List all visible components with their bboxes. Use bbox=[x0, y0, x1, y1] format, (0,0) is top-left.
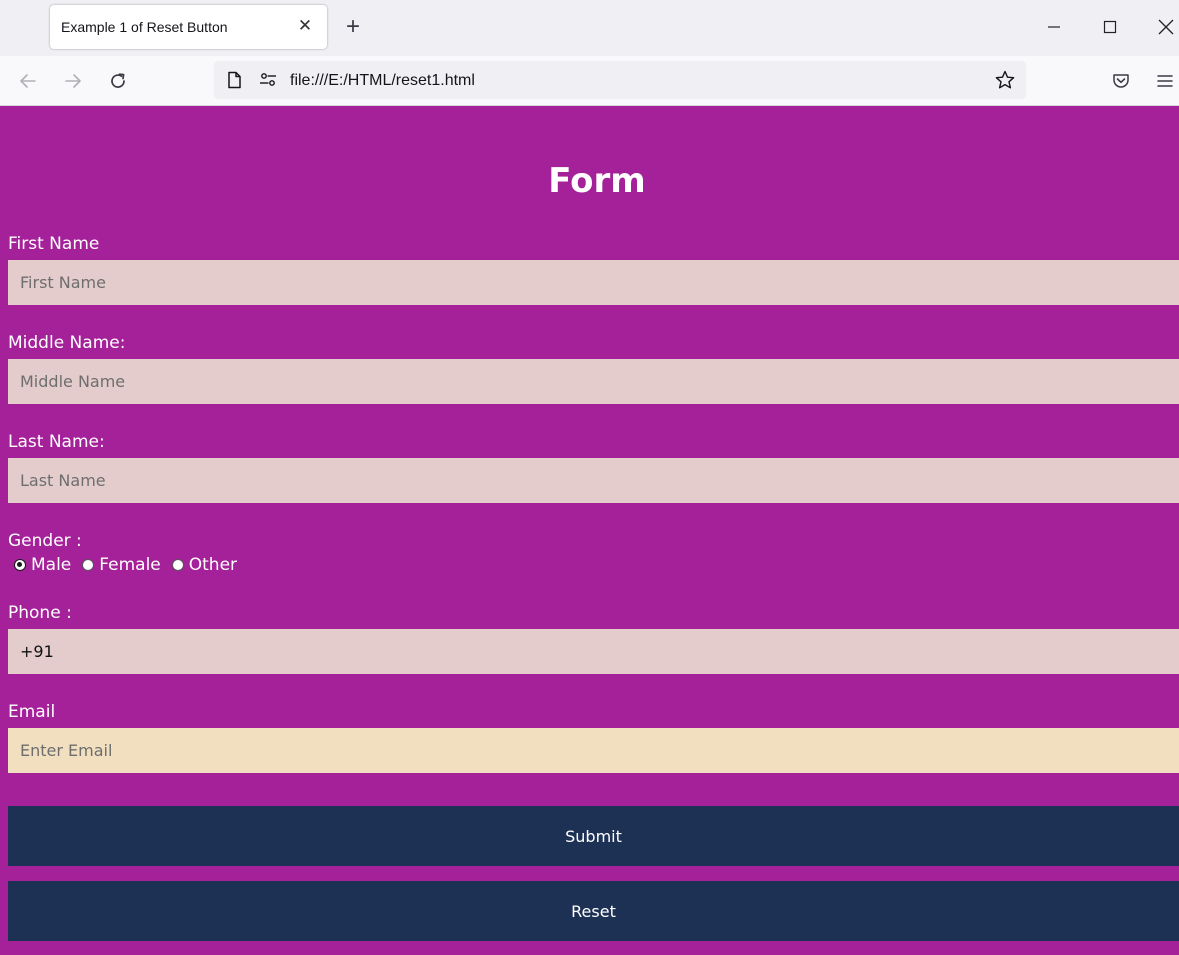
gender-option-label: Female bbox=[99, 555, 161, 575]
submit-button[interactable]: Submit bbox=[8, 806, 1179, 866]
gender-label: Gender : bbox=[8, 531, 82, 551]
minimize-icon[interactable] bbox=[1041, 14, 1067, 40]
last-name-input[interactable] bbox=[8, 458, 1179, 503]
permissions-icon[interactable] bbox=[258, 70, 278, 90]
email-label: Email bbox=[8, 702, 56, 722]
bookmark-star-icon[interactable] bbox=[994, 69, 1016, 91]
page-content: Form First Name Middle Name: Last Name: … bbox=[0, 106, 1179, 955]
reset-button[interactable]: Reset bbox=[8, 881, 1179, 941]
new-tab-icon[interactable]: + bbox=[341, 15, 365, 39]
first-name-input[interactable] bbox=[8, 260, 1179, 305]
navigation-bar: file:///E:/HTML/reset1.html bbox=[0, 56, 1179, 106]
menu-icon[interactable] bbox=[1153, 69, 1177, 93]
phone-input[interactable] bbox=[8, 629, 1179, 674]
close-window-icon[interactable] bbox=[1153, 14, 1179, 40]
form-title: Form bbox=[548, 161, 646, 201]
url-text[interactable]: file:///E:/HTML/reset1.html bbox=[290, 72, 475, 90]
gender-radio-group: Male Female Other bbox=[14, 553, 248, 577]
gender-option-label: Other bbox=[188, 555, 238, 575]
tab-close-icon[interactable]: ✕ bbox=[296, 17, 314, 35]
middle-name-label: Middle Name: bbox=[8, 333, 126, 353]
page-icon bbox=[224, 70, 244, 90]
reload-icon[interactable] bbox=[106, 69, 130, 93]
email-input[interactable] bbox=[8, 728, 1179, 773]
address-bar[interactable]: file:///E:/HTML/reset1.html bbox=[214, 61, 1026, 99]
gender-radio-male[interactable] bbox=[14, 559, 26, 571]
last-name-label: Last Name: bbox=[8, 432, 105, 452]
first-name-label: First Name bbox=[8, 234, 100, 254]
tab-title: Example 1 of Reset Button bbox=[61, 19, 228, 35]
gender-option-label: Male bbox=[31, 555, 72, 575]
phone-label: Phone : bbox=[8, 603, 72, 623]
pocket-icon[interactable] bbox=[1109, 69, 1133, 93]
tab-strip: Example 1 of Reset Button ✕ + bbox=[0, 0, 1179, 56]
browser-tab-active[interactable]: Example 1 of Reset Button ✕ bbox=[50, 5, 327, 49]
gender-radio-other[interactable] bbox=[171, 559, 184, 571]
maximize-icon[interactable] bbox=[1097, 14, 1123, 40]
forward-arrow-icon[interactable] bbox=[61, 69, 85, 93]
gender-radio-female[interactable] bbox=[82, 559, 95, 571]
back-arrow-icon[interactable] bbox=[16, 69, 40, 93]
browser-window: Example 1 of Reset Button ✕ + file:///E:… bbox=[0, 0, 1179, 955]
middle-name-input[interactable] bbox=[8, 359, 1179, 404]
